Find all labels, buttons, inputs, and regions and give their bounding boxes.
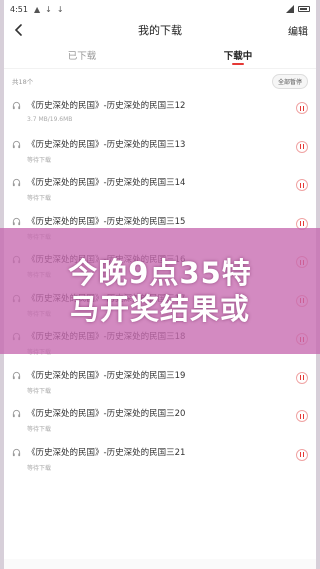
overlay-banner: 今晚9点35特 马开奖结果或 bbox=[0, 228, 320, 354]
download-item-status: 等待下载 bbox=[27, 156, 52, 164]
battery-icon bbox=[298, 6, 310, 12]
headphones-icon bbox=[12, 178, 21, 187]
headphones-icon bbox=[12, 371, 21, 379]
pause-icon bbox=[299, 182, 305, 188]
download-item-title: 《历史深处的民国》-历史深处的民国三15 bbox=[27, 216, 186, 227]
chevron-left-icon bbox=[14, 24, 22, 36]
pause-all-button[interactable]: 全部暂停 bbox=[271, 73, 308, 89]
headphones-icon bbox=[12, 217, 21, 225]
pause-button[interactable] bbox=[296, 371, 308, 384]
overlay-text-line-2: 马开奖结果或 bbox=[69, 292, 250, 326]
download-item[interactable]: 《历史深处的民国》-历史深处的民国三19 等待下载 bbox=[4, 363, 316, 402]
tab-downloaded[interactable]: 已下载 bbox=[4, 42, 160, 68]
download-item[interactable]: 《历史深处的民国》-历史深处的民国三20 等待下载 bbox=[4, 401, 316, 440]
download-item-status: 等待下载 bbox=[27, 464, 52, 472]
download-item-title: 《历史深处的民国》-历史深处的民国三12 bbox=[27, 101, 186, 111]
pause-icon bbox=[299, 375, 305, 380]
status-time: 4:51 bbox=[10, 4, 28, 14]
download-item-title: 《历史深处的民国》-历史深处的民国三13 bbox=[27, 139, 186, 150]
headphones-icon bbox=[12, 101, 21, 110]
pause-button[interactable] bbox=[296, 140, 308, 153]
status-notification-icons: ▲ ↓ ↓ bbox=[34, 5, 64, 14]
status-right bbox=[286, 5, 310, 13]
pause-button[interactable] bbox=[296, 448, 308, 461]
tab-downloading[interactable]: 下载中 bbox=[160, 42, 316, 68]
download-item-status: 等待下载 bbox=[27, 387, 52, 395]
headphones-icon bbox=[12, 409, 21, 418]
download-item-status: 等待下载 bbox=[27, 426, 52, 433]
pause-icon bbox=[299, 452, 305, 457]
page-title: 我的下载 bbox=[138, 24, 182, 37]
headphones-icon bbox=[12, 140, 21, 148]
bottom-bar bbox=[4, 559, 316, 569]
pause-icon bbox=[299, 221, 305, 226]
download-item[interactable]: 《历史深处的民国》-历史深处的民国三13 等待下载 bbox=[4, 132, 316, 171]
list-header: 共18个 全部暂停 bbox=[4, 69, 316, 93]
pause-icon bbox=[299, 413, 305, 419]
headphones-icon bbox=[12, 448, 21, 456]
download-icon: ↓ bbox=[56, 4, 64, 14]
signal-icon bbox=[286, 5, 294, 13]
pause-button[interactable] bbox=[296, 410, 308, 422]
pause-button[interactable] bbox=[296, 102, 308, 114]
pause-icon bbox=[299, 105, 305, 111]
nav-bar: 我的下载 编辑 bbox=[4, 18, 316, 42]
download-item[interactable]: 《历史深处的民国》-历史深处的民国三21 等待下载 bbox=[4, 440, 316, 479]
back-button[interactable] bbox=[10, 21, 28, 39]
download-item-status: 等待下载 bbox=[27, 195, 52, 202]
notification-icon: ▲ bbox=[33, 4, 41, 14]
pause-icon bbox=[299, 144, 305, 149]
download-count: 共18个 bbox=[12, 78, 34, 86]
tab-bar: 已下载 下载中 bbox=[4, 42, 316, 68]
download-item-title: 《历史深处的民国》-历史深处的民国三20 bbox=[27, 409, 186, 419]
download-item-title: 《历史深处的民国》-历史深处的民国三14 bbox=[27, 178, 186, 188]
download-item-title: 《历史深处的民国》-历史深处的民国三19 bbox=[27, 370, 186, 381]
download-icon: ↓ bbox=[45, 4, 52, 14]
pause-button[interactable] bbox=[296, 179, 308, 191]
overlay-text-line-1: 今晚9点35特 bbox=[68, 256, 252, 290]
status-bar: 4:51 ▲ ↓ ↓ bbox=[4, 0, 316, 18]
download-item-status: 3.7 MB/19.6MB bbox=[27, 116, 73, 123]
download-item[interactable]: 《历史深处的民国》-历史深处的民国三12 3.7 MB/19.6MB bbox=[4, 93, 316, 132]
download-item[interactable]: 《历史深处的民国》-历史深处的民国三14 等待下载 bbox=[4, 170, 316, 209]
download-item-title: 《历史深处的民国》-历史深处的民国三21 bbox=[27, 447, 186, 458]
edit-button[interactable]: 编辑 bbox=[288, 23, 308, 38]
